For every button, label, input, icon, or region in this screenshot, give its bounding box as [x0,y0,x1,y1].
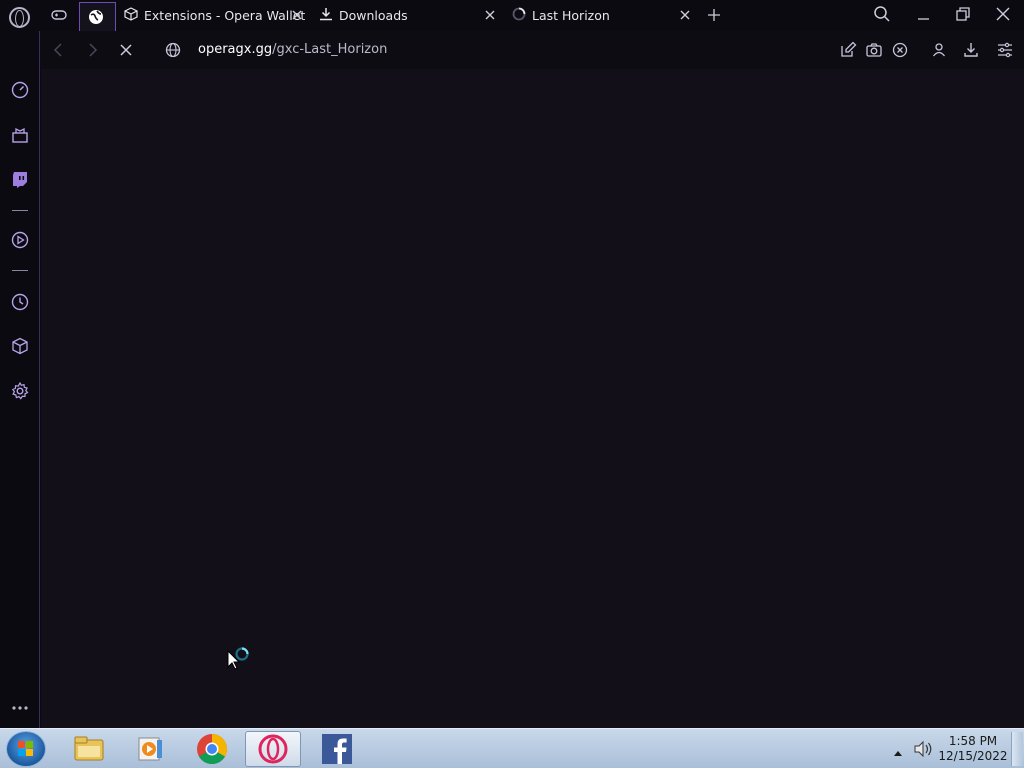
show-desktop-button[interactable] [1011,732,1023,766]
settings-gear-icon[interactable] [9,380,31,402]
tab-strip: Extensions - Opera Wallet Downloads Last… [0,0,1024,31]
search-tabs-icon[interactable] [873,5,895,25]
opera-gx-icon[interactable] [245,731,301,767]
site-info-globe-icon[interactable] [164,41,182,59]
more-options-icon[interactable] [9,697,31,719]
globe-icon [88,9,104,29]
back-button[interactable] [50,41,68,59]
url-path: /gxc-Last_Horizon [272,42,388,57]
active-tab[interactable] [79,2,116,31]
sidebar-divider [12,270,28,271]
tab-downloads[interactable]: Downloads [319,0,497,31]
address-bar: operagx.gg/gxc-Last_Horizon [40,31,1024,69]
history-clock-icon[interactable] [9,291,31,313]
download-icon [319,7,333,24]
easy-setup-icon[interactable] [996,41,1014,59]
cube-icon [124,7,138,24]
close-icon[interactable] [678,8,692,22]
forward-button[interactable] [83,41,101,59]
tab-extensions[interactable]: Extensions - Opera Wallet [124,0,306,31]
tab-label: Downloads [339,8,408,23]
facebook-icon[interactable] [309,731,365,767]
close-icon[interactable] [483,8,497,22]
gx-corner-icon[interactable] [9,124,31,146]
page-content-area [41,69,1024,728]
downloads-icon[interactable] [962,41,980,59]
adblock-icon[interactable] [891,41,909,59]
camera-snapshot-icon[interactable] [865,41,883,59]
media-player-icon[interactable] [122,731,178,767]
busy-cursor-icon [226,645,254,673]
url-field[interactable]: operagx.gg/gxc-Last_Horizon [198,42,387,57]
clock-time: 1:58 PM [948,734,998,748]
stop-loading-button[interactable] [117,41,135,59]
account-icon[interactable] [930,41,948,59]
clock-date: 12/15/2022 [938,749,1008,763]
edit-icon[interactable] [839,41,857,59]
sidebar-divider [12,210,28,211]
clock[interactable]: 1:58 PM 12/15/2022 [934,734,1012,764]
start-button[interactable] [6,731,46,767]
close-icon[interactable] [290,8,304,22]
opera-menu-icon[interactable] [9,7,30,28]
close-window-button[interactable] [994,5,1016,25]
chrome-icon[interactable] [184,731,240,767]
volume-icon[interactable] [913,740,933,762]
player-icon[interactable] [9,229,31,251]
show-hidden-icons-icon[interactable] [892,743,904,762]
tab-label: Last Horizon [532,8,610,23]
url-domain: operagx.gg [198,42,273,57]
twitch-icon[interactable] [9,169,31,191]
restore-button[interactable] [954,5,976,25]
gamepad-icon[interactable] [50,6,68,24]
screen: Extensions - Opera Wallet Downloads Last… [0,0,1024,768]
sidebar [0,31,40,728]
new-tab-button[interactable] [705,6,723,24]
gx-control-icon[interactable] [9,79,31,101]
tab-last-horizon[interactable]: Last Horizon [512,0,692,31]
loading-spinner-icon [512,7,526,24]
extensions-cube-icon[interactable] [9,335,31,357]
tab-label: Extensions - Opera Wallet [144,8,306,23]
minimize-button[interactable] [914,5,936,25]
windows-explorer-icon[interactable] [61,731,117,767]
taskbar: 1:58 PM 12/15/2022 [0,728,1024,768]
